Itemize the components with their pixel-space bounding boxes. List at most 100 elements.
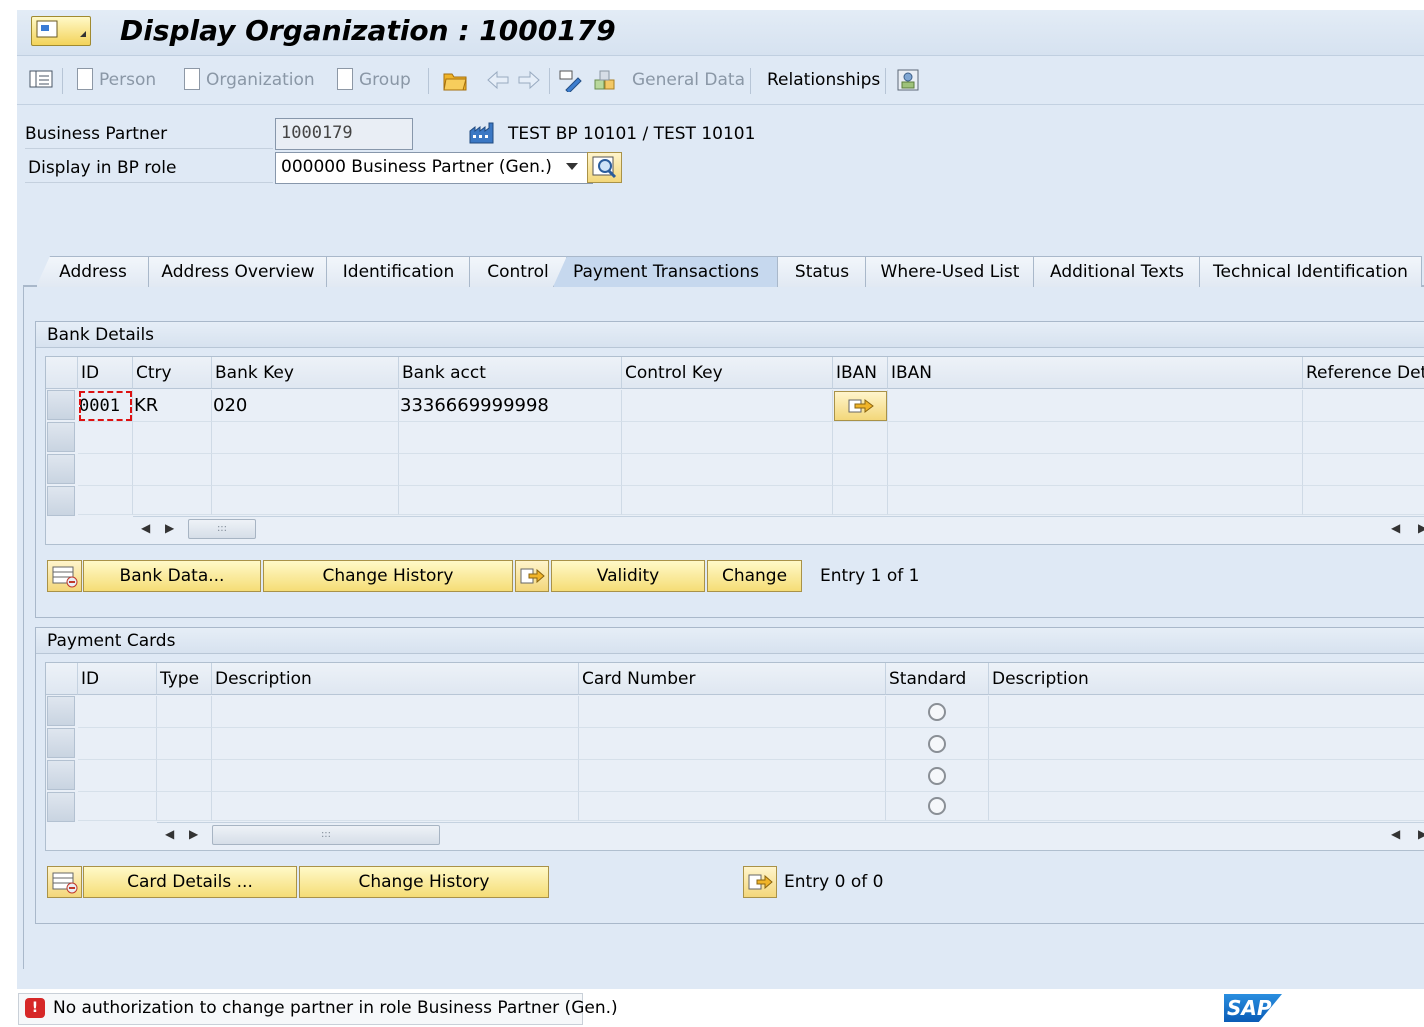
forward-arrow-icon[interactable]	[517, 70, 541, 90]
table-cell[interactable]	[133, 454, 212, 486]
table-cell[interactable]	[622, 454, 833, 486]
table-cell[interactable]	[78, 454, 133, 486]
table-cell[interactable]	[133, 422, 212, 454]
scroll-left-icon[interactable]: ◀	[165, 827, 174, 841]
row-selector[interactable]	[47, 792, 75, 822]
open-folder-icon[interactable]	[442, 68, 468, 92]
table-cell[interactable]	[399, 422, 622, 454]
partner-search-icon[interactable]	[896, 68, 920, 92]
col-bank-key[interactable]: Bank Key	[212, 357, 399, 389]
table-cell[interactable]	[888, 454, 1303, 486]
table-cell[interactable]	[78, 792, 157, 821]
organization-button[interactable]: Organization	[206, 70, 315, 90]
bp-role-dropdown[interactable]: 000000 Business Partner (Gen.)	[275, 152, 593, 184]
scroll-left-icon[interactable]: ◀	[141, 521, 150, 535]
table-cell[interactable]	[212, 486, 399, 515]
col-card-type[interactable]: Type	[157, 663, 212, 695]
tab-control[interactable]: Control	[469, 256, 567, 287]
table-cell[interactable]	[78, 486, 133, 515]
card-change-history-button[interactable]: Change History	[299, 866, 549, 898]
scrollbar-thumb[interactable]: :::	[212, 825, 440, 845]
table-cell[interactable]	[78, 422, 133, 454]
row-selector[interactable]	[47, 486, 75, 516]
business-partner-field[interactable]: 1000179	[275, 118, 413, 150]
table-cell[interactable]	[989, 760, 1424, 792]
row-selector[interactable]	[47, 696, 75, 726]
display-change-icon[interactable]	[558, 68, 584, 92]
table-cell[interactable]	[833, 422, 888, 454]
table-cell[interactable]	[989, 792, 1424, 821]
table-cell[interactable]	[157, 696, 212, 728]
table-cell[interactable]	[78, 728, 157, 760]
scroll-right-icon[interactable]: ▶	[165, 521, 174, 535]
back-arrow-icon[interactable]	[486, 70, 510, 90]
table-cell[interactable]	[78, 760, 157, 792]
cell-control-key[interactable]	[622, 390, 833, 422]
change-button[interactable]: Change	[707, 560, 802, 592]
table-cell[interactable]	[1303, 486, 1424, 515]
scroll-left-icon[interactable]: ◀	[1391, 521, 1400, 535]
table-cell[interactable]	[212, 454, 399, 486]
bank-transfer-button[interactable]	[515, 560, 549, 592]
relationships-button[interactable]: Relationships	[767, 70, 880, 90]
table-cell[interactable]	[1303, 422, 1424, 454]
table-cell[interactable]	[212, 760, 579, 792]
col-bank-acct[interactable]: Bank acct	[399, 357, 622, 389]
scrollbar-thumb[interactable]: :::	[188, 519, 256, 539]
standard-radio[interactable]	[928, 767, 946, 785]
tab-status[interactable]: Status	[777, 256, 867, 287]
tab-additional-texts[interactable]: Additional Texts	[1033, 256, 1201, 287]
table-cell[interactable]	[579, 728, 886, 760]
table-cell[interactable]	[579, 760, 886, 792]
tab-payment-transactions[interactable]: Payment Transactions	[553, 256, 779, 287]
card-transfer-button[interactable]	[743, 866, 777, 898]
table-settings-button[interactable]	[47, 560, 82, 592]
select-all-header[interactable]	[46, 663, 78, 695]
table-cell[interactable]	[622, 422, 833, 454]
group-button[interactable]: Group	[359, 70, 411, 90]
table-cell[interactable]	[157, 728, 212, 760]
standard-radio[interactable]	[928, 797, 946, 815]
tab-address[interactable]: Address	[36, 256, 150, 287]
table-cell[interactable]	[212, 728, 579, 760]
switch-role-button[interactable]	[587, 152, 622, 183]
col-description-2[interactable]: Description	[989, 663, 1424, 695]
table-cell[interactable]	[399, 454, 622, 486]
row-selector[interactable]	[47, 728, 75, 758]
tab-address-overview[interactable]: Address Overview	[148, 256, 328, 287]
table-cell[interactable]	[399, 486, 622, 515]
chevron-down-icon[interactable]	[565, 162, 579, 172]
table-cell[interactable]	[579, 792, 886, 821]
col-standard[interactable]: Standard	[886, 663, 989, 695]
card-details-button[interactable]: Card Details ...	[83, 866, 297, 898]
col-ctry[interactable]: Ctry	[133, 357, 212, 389]
standard-radio[interactable]	[928, 735, 946, 753]
scroll-right-icon[interactable]: ▶	[1418, 827, 1424, 841]
row-selector[interactable]	[47, 760, 75, 790]
validity-button[interactable]: Validity	[551, 560, 705, 592]
iban-detail-button[interactable]	[834, 391, 887, 421]
table-cell[interactable]	[157, 792, 212, 821]
table-cell[interactable]	[888, 422, 1303, 454]
col-iban[interactable]: IBAN	[888, 357, 1303, 389]
table-cell[interactable]	[1303, 454, 1424, 486]
col-reference[interactable]: Reference Deta	[1303, 357, 1424, 389]
col-control-key[interactable]: Control Key	[622, 357, 833, 389]
table-cell[interactable]	[78, 696, 157, 728]
bank-change-history-button[interactable]: Change History	[263, 560, 513, 592]
table-cell[interactable]	[833, 486, 888, 515]
col-id[interactable]: ID	[78, 357, 133, 389]
scroll-right-icon[interactable]: ▶	[189, 827, 198, 841]
table-cell[interactable]	[579, 696, 886, 728]
cell-ctry[interactable]: KR	[133, 390, 212, 422]
table-cell[interactable]	[133, 486, 212, 515]
table-cell[interactable]	[888, 486, 1303, 515]
col-card-number[interactable]: Card Number	[579, 663, 886, 695]
table-cell[interactable]	[622, 486, 833, 515]
horizontal-scrollbar[interactable]: ◀ ▶ ::: ◀ ▶	[157, 822, 1424, 847]
col-card-id[interactable]: ID	[78, 663, 157, 695]
other-object-icon[interactable]	[592, 68, 618, 92]
table-cell[interactable]	[212, 422, 399, 454]
bank-data-button[interactable]: Bank Data...	[83, 560, 261, 592]
standard-radio[interactable]	[928, 703, 946, 721]
